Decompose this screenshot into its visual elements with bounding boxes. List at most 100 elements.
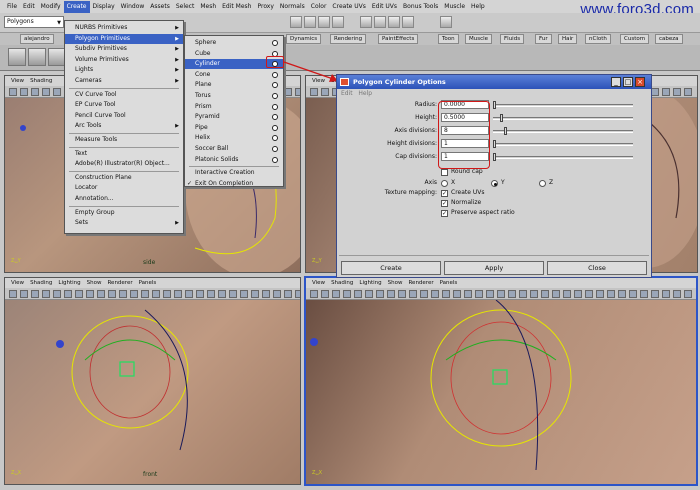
poly-menu-item[interactable]: Helix: [185, 133, 283, 143]
viewport-tool-icon[interactable]: [508, 290, 516, 298]
field-slider[interactable]: [493, 153, 633, 161]
vp-menu-shading[interactable]: Shading: [27, 76, 55, 86]
shelf-tab[interactable]: Rendering: [330, 34, 367, 44]
viewport-tool-icon[interactable]: [163, 290, 171, 298]
create-menu-item[interactable]: Subdiv Primitives ▶: [65, 44, 183, 54]
viewport-tool-icon[interactable]: [519, 290, 527, 298]
close-icon[interactable]: ×: [635, 77, 645, 87]
viewport-tool-icon[interactable]: [284, 290, 292, 298]
snap-grid-icon[interactable]: [290, 16, 302, 28]
viewport-tool-icon[interactable]: [97, 290, 105, 298]
option-box-icon[interactable]: [272, 93, 278, 99]
slider-handle[interactable]: [493, 101, 496, 109]
viewport-tool-icon[interactable]: [196, 290, 204, 298]
snap-view-icon[interactable]: [332, 16, 344, 28]
viewport-tool-icon[interactable]: [464, 290, 472, 298]
viewport-tool-icon[interactable]: [295, 290, 300, 298]
viewport-persp-active[interactable]: View Shading Lighting Show Renderer Pane…: [304, 276, 698, 486]
shelf-tab[interactable]: Hair: [558, 34, 578, 44]
menu-edit-uvs[interactable]: Edit UVs: [369, 1, 400, 13]
viewport-tool-icon[interactable]: [365, 290, 373, 298]
viewport-tool-icon[interactable]: [662, 88, 670, 96]
viewport-tool-icon[interactable]: [431, 290, 439, 298]
vp-menu-lighting[interactable]: Lighting: [55, 278, 83, 288]
viewport-tool-icon[interactable]: [651, 290, 659, 298]
option-box-icon[interactable]: [272, 40, 278, 46]
vp-menu-renderer[interactable]: Renderer: [405, 278, 436, 288]
viewport-tool-icon[interactable]: [574, 290, 582, 298]
apply-button[interactable]: Apply: [444, 261, 544, 275]
vp-menu-shading[interactable]: Shading: [27, 278, 55, 288]
maximize-button[interactable]: □: [623, 77, 633, 87]
viewport-tool-icon[interactable]: [475, 290, 483, 298]
menu-select[interactable]: Select: [173, 1, 198, 13]
viewport-tool-icon[interactable]: [486, 290, 494, 298]
viewport-tool-icon[interactable]: [130, 290, 138, 298]
viewport-tool-icon[interactable]: [31, 88, 39, 96]
create-menu-item[interactable]: Polygon Primitives ▶: [65, 33, 183, 44]
select-by-name-icon[interactable]: [440, 16, 452, 28]
viewport-tool-icon[interactable]: [218, 290, 226, 298]
create-menu-item[interactable]: Text: [65, 149, 183, 159]
menu-set-select[interactable]: Polygons: [4, 16, 64, 28]
viewport-tool-icon[interactable]: [20, 88, 28, 96]
menu-help[interactable]: Help: [468, 1, 488, 13]
create-uvs-checkbox[interactable]: ✓: [441, 190, 448, 197]
poly-menu-item[interactable]: Prism: [185, 102, 283, 112]
vp-menu-panels[interactable]: Panels: [437, 278, 461, 288]
preserve-aspect-checkbox[interactable]: ✓: [441, 210, 448, 217]
viewport-tool-icon[interactable]: [684, 290, 692, 298]
shelf-tab[interactable]: Custom: [620, 34, 650, 44]
vp-menu-view[interactable]: View: [8, 278, 27, 288]
viewport-tool-icon[interactable]: [42, 88, 50, 96]
menu-edit-mesh[interactable]: Edit Mesh: [219, 1, 254, 13]
shelf-tab[interactable]: cabeza: [655, 34, 683, 44]
create-menu-item[interactable]: Cameras ▶: [65, 76, 183, 86]
viewport-tool-icon[interactable]: [310, 88, 318, 96]
viewport-tool-icon[interactable]: [354, 290, 362, 298]
create-menu-item[interactable]: Locator: [65, 183, 183, 193]
option-box-icon[interactable]: [272, 124, 278, 131]
viewport-tool-icon[interactable]: [119, 290, 127, 298]
option-box-icon[interactable]: [272, 114, 278, 121]
field-slider[interactable]: [493, 140, 633, 148]
viewport-tool-icon[interactable]: [640, 290, 648, 298]
viewport-tool-icon[interactable]: [662, 290, 670, 298]
viewport-tool-icon[interactable]: [321, 290, 329, 298]
viewport-tool-icon[interactable]: [9, 88, 17, 96]
poly-menu-item[interactable]: Pyramid: [185, 112, 283, 122]
viewport-tool-icon[interactable]: [321, 88, 329, 96]
menu-bonus-tools[interactable]: Bonus Tools: [400, 1, 441, 13]
viewport-tool-icon[interactable]: [651, 88, 659, 96]
viewport-tool-icon[interactable]: [585, 290, 593, 298]
viewport-tool-icon[interactable]: [295, 88, 300, 96]
snap-point-icon[interactable]: [318, 16, 330, 28]
create-menu-item[interactable]: NURBS Primitives ▶: [65, 23, 183, 33]
axis-x-radio[interactable]: [441, 180, 448, 187]
slider-handle[interactable]: [500, 114, 503, 122]
poly-menu-item[interactable]: Soccer Ball: [185, 144, 283, 154]
create-menu-item[interactable]: Adobe(R) Illustrator(R) Object...: [65, 159, 183, 169]
poly-menu-item[interactable]: Plane: [185, 80, 283, 90]
create-button[interactable]: Create: [341, 261, 441, 275]
poly-menu-item[interactable]: Torus: [185, 91, 283, 101]
viewport-tool-icon[interactable]: [376, 290, 384, 298]
menu-color[interactable]: Color: [308, 1, 330, 13]
viewport-canvas[interactable]: front Z␣X: [5, 300, 300, 484]
normalize-checkbox[interactable]: ✓: [441, 200, 448, 207]
shelf-tab-alejandro[interactable]: alejandro: [20, 34, 54, 44]
viewport-tool-icon[interactable]: [273, 290, 281, 298]
vp-menu-view[interactable]: View: [8, 76, 27, 86]
close-button[interactable]: Close: [547, 261, 647, 275]
viewport-tool-icon[interactable]: [75, 290, 83, 298]
viewport-tool-icon[interactable]: [563, 290, 571, 298]
dialog-menu-edit[interactable]: Edit: [341, 90, 353, 97]
viewport-tool-icon[interactable]: [251, 290, 259, 298]
viewport-tool-icon[interactable]: [453, 290, 461, 298]
viewport-tool-icon[interactable]: [20, 290, 28, 298]
field-slider[interactable]: [493, 127, 633, 135]
viewport-tool-icon[interactable]: [541, 290, 549, 298]
minimize-button[interactable]: _: [611, 77, 621, 87]
vp-menu-shading[interactable]: Shading: [328, 278, 356, 288]
viewport-tool-icon[interactable]: [284, 88, 292, 96]
